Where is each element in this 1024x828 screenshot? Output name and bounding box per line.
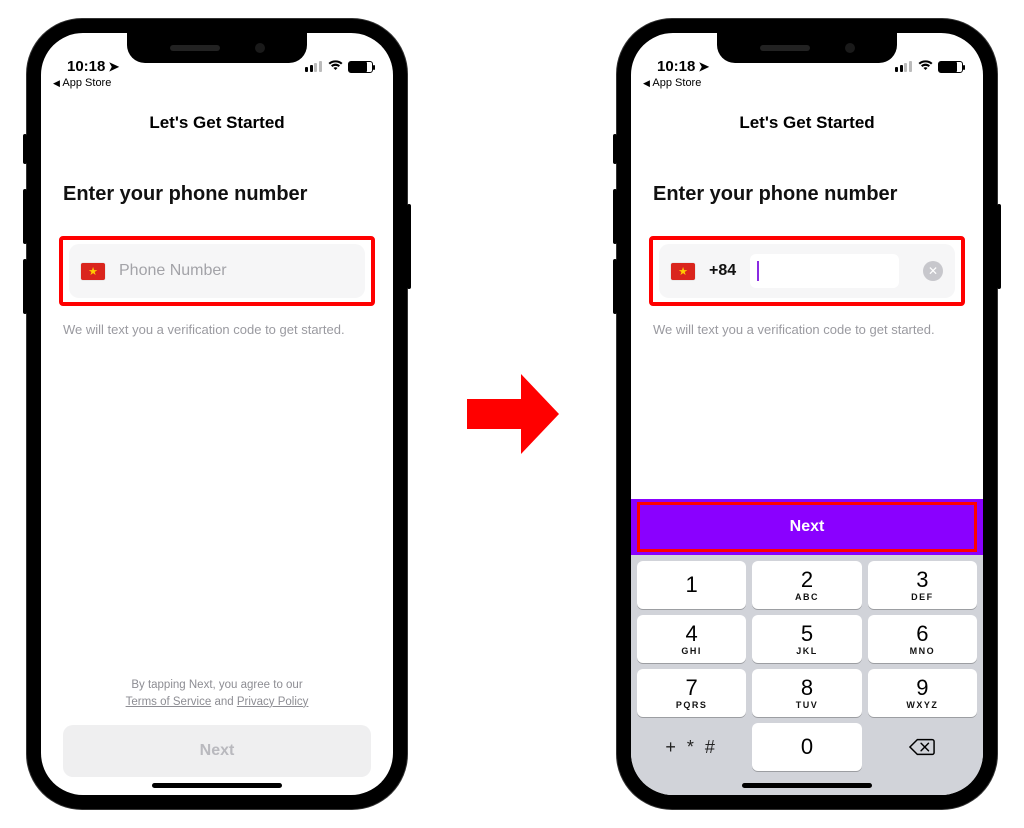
country-flag-icon[interactable]: ★ — [671, 263, 695, 280]
notch — [127, 33, 307, 63]
backspace-icon[interactable] — [868, 723, 977, 771]
highlight-box: ★ Phone Number — [59, 236, 375, 306]
status-time: 10:18 — [657, 58, 695, 75]
next-button[interactable]: Next — [631, 499, 983, 555]
dial-code: +84 — [709, 262, 736, 280]
phone-frame-left: 10:18 ➤ App Store Let's Get Started Ente… — [27, 19, 407, 809]
cellular-signal-icon — [895, 61, 913, 72]
home-indicator[interactable] — [152, 783, 282, 788]
notch — [717, 33, 897, 63]
highlight-box: ★ +84 ✕ — [649, 236, 965, 306]
location-icon: ➤ — [108, 59, 119, 75]
battery-icon — [348, 61, 373, 73]
key-5[interactable]: 5JKL — [752, 615, 861, 663]
key-3[interactable]: 3DEF — [868, 561, 977, 609]
wifi-icon — [917, 58, 934, 75]
cellular-signal-icon — [305, 61, 323, 72]
phone-placeholder: Phone Number — [119, 262, 227, 280]
status-time: 10:18 — [67, 58, 105, 75]
transition-arrow-icon — [467, 374, 557, 454]
country-flag-icon[interactable]: ★ — [81, 263, 105, 280]
key-symbols[interactable]: + * # — [637, 723, 746, 771]
battery-icon — [938, 61, 963, 73]
phone-frame-right: 10:18 ➤ App Store Let's Get Started Ente… — [617, 19, 997, 809]
home-indicator[interactable] — [742, 783, 872, 788]
legal-text: By tapping Next, you agree to our Terms … — [63, 677, 371, 712]
numeric-keypad: 1 2ABC 3DEF 4GHI 5JKL 6MNO 7PQRS 8TUV 9W… — [631, 555, 983, 795]
terms-of-service-link[interactable]: Terms of Service — [126, 696, 212, 708]
section-heading: Enter your phone number — [653, 183, 961, 206]
helper-text: We will text you a verification code to … — [63, 322, 371, 337]
back-to-app[interactable]: App Store — [41, 77, 393, 93]
key-0[interactable]: 0 — [752, 723, 861, 771]
key-1[interactable]: 1 — [637, 561, 746, 609]
key-8[interactable]: 8TUV — [752, 669, 861, 717]
location-icon: ➤ — [698, 59, 709, 75]
section-heading: Enter your phone number — [63, 183, 371, 206]
privacy-policy-link[interactable]: Privacy Policy — [237, 696, 309, 708]
helper-text: We will text you a verification code to … — [653, 322, 961, 337]
next-button[interactable]: Next — [63, 725, 371, 777]
key-4[interactable]: 4GHI — [637, 615, 746, 663]
phone-input[interactable]: ★ +84 ✕ — [659, 244, 955, 298]
page-title: Let's Get Started — [631, 93, 983, 145]
key-6[interactable]: 6MNO — [868, 615, 977, 663]
back-to-app[interactable]: App Store — [631, 77, 983, 93]
key-9[interactable]: 9WXYZ — [868, 669, 977, 717]
wifi-icon — [327, 58, 344, 75]
page-title: Let's Get Started — [41, 93, 393, 145]
phone-input[interactable]: ★ Phone Number — [69, 244, 365, 298]
key-2[interactable]: 2ABC — [752, 561, 861, 609]
phone-number-field[interactable] — [750, 254, 899, 288]
key-7[interactable]: 7PQRS — [637, 669, 746, 717]
clear-icon[interactable]: ✕ — [923, 261, 943, 281]
